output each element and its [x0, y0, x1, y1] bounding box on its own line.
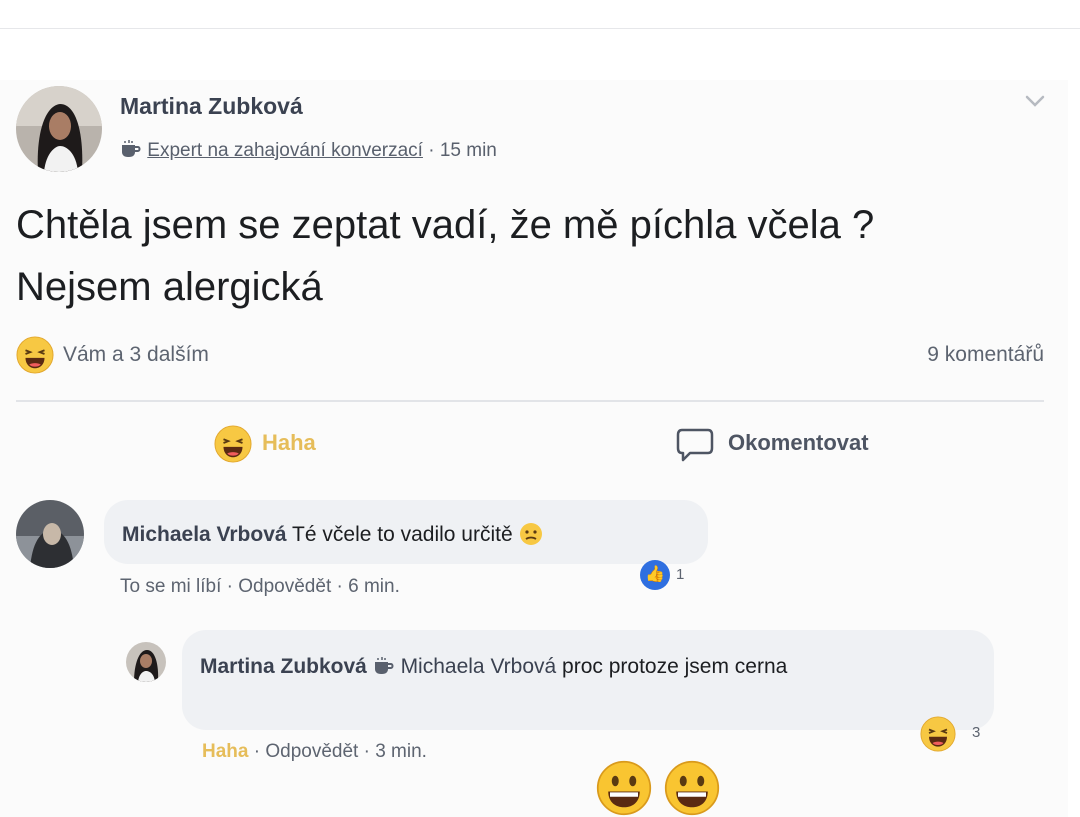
grinning-face-icon [660, 760, 724, 816]
reply-author[interactable]: Martina Zubková [200, 655, 367, 678]
post-subtitle: Expert na zahajování konverzací · 15 min [120, 140, 497, 162]
thumbs-up-icon: 👍 [640, 560, 670, 590]
haha-link[interactable]: Haha [202, 741, 248, 762]
mention-link[interactable]: Michaela Vrbová [401, 655, 557, 678]
reply-text: proc protoze jsem cerna [562, 655, 788, 678]
reply-meta: Haha · Odpovědět · 3 min. [202, 741, 427, 763]
post-timestamp[interactable]: · 15 min [428, 140, 497, 161]
comment-meta: To se mi líbí · Odpovědět · 6 min. [120, 576, 400, 598]
author-badge-link[interactable]: Expert na zahajování konverzací [147, 140, 423, 161]
reply-bubble: Martina Zubková Michaela Vrbová proc pro… [182, 630, 994, 730]
grinning-face-icon [592, 760, 656, 816]
comment-button[interactable]: Okomentovat [676, 424, 976, 464]
comment-author[interactable]: Michaela Vrbová [122, 523, 287, 546]
comment-content: Michaela Vrbová Té včele to vadilo určit… [122, 522, 543, 547]
top-bar [0, 0, 1080, 29]
like-reaction-badge[interactable]: 👍 1 [640, 560, 700, 590]
divider [16, 400, 1044, 402]
haha-count: 3 [972, 724, 981, 741]
comment-bubble: Michaela Vrbová Té včele to vadilo určit… [104, 500, 708, 564]
commenter-avatar[interactable] [16, 500, 84, 568]
reply-link[interactable]: · Odpovědět [227, 576, 332, 597]
post-author-name[interactable]: Martina Zubková [120, 93, 303, 120]
worried-face-icon [519, 523, 543, 546]
author-avatar[interactable] [16, 86, 102, 172]
haha-reaction-icon [920, 716, 956, 752]
comment-time[interactable]: · 6 min. [337, 576, 400, 597]
reply-author-avatar[interactable] [126, 642, 166, 682]
reactions-summary[interactable]: Vám a 3 dalším [63, 343, 209, 367]
haha-reaction-icon[interactable] [16, 336, 54, 374]
haha-button[interactable]: Haha [262, 430, 316, 456]
haha-reaction-badge[interactable]: 3 [920, 716, 990, 752]
comments-count[interactable]: 9 komentářů [927, 343, 1044, 367]
comment-button-label: Okomentovat [728, 430, 869, 455]
speech-bubble-icon [676, 428, 714, 462]
coffee-cup-icon [373, 655, 401, 678]
post-text: Chtěla jsem se zeptat vadí, že mě píchla… [16, 203, 875, 309]
chevron-down-icon[interactable] [1024, 90, 1046, 112]
like-link[interactable]: To se mi líbí [120, 576, 221, 597]
haha-action-icon[interactable] [214, 425, 252, 463]
coffee-cup-icon [120, 140, 147, 161]
comment-text: Té včele to vadilo určitě [292, 523, 513, 546]
reply-content: Martina Zubková Michaela Vrbová proc pro… [200, 648, 960, 686]
like-count: 1 [676, 566, 685, 583]
reply-link[interactable]: · Odpovědět [254, 741, 359, 762]
reply-time[interactable]: · 3 min. [364, 741, 427, 762]
